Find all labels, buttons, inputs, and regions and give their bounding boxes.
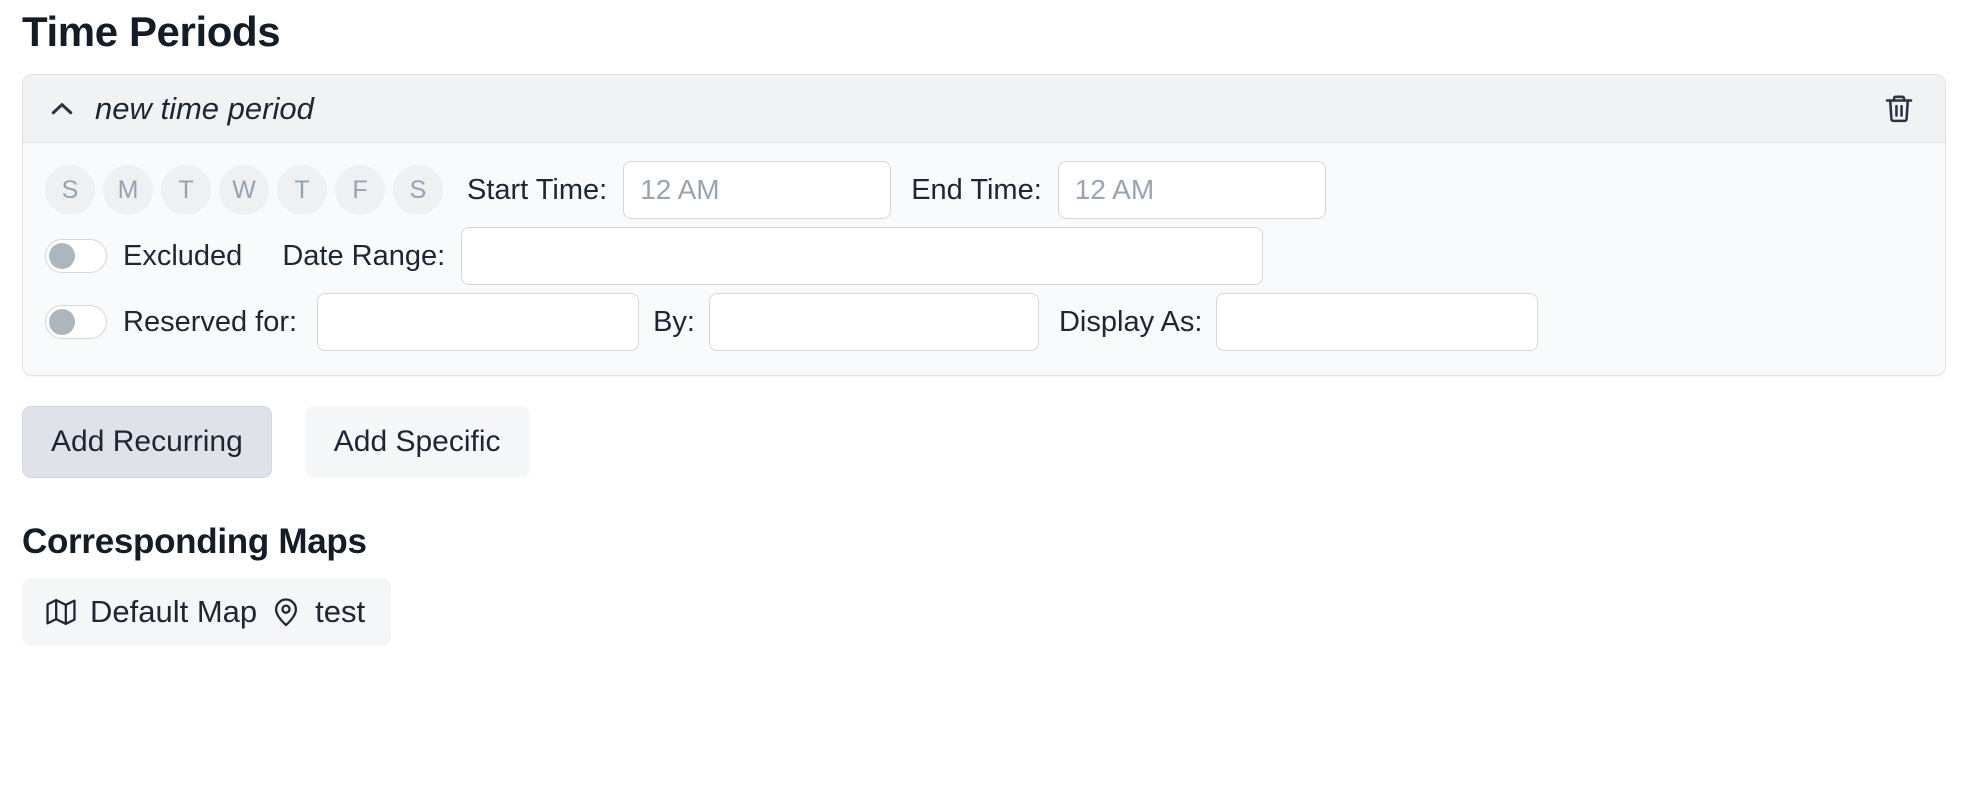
excluded-and-daterange-row: Excluded Date Range:	[45, 223, 1919, 289]
end-time-input[interactable]	[1058, 161, 1326, 219]
date-range-label: Date Range:	[282, 240, 445, 273]
day-toggle-sunday[interactable]: S	[45, 165, 95, 215]
display-as-input[interactable]	[1216, 293, 1538, 351]
start-time-label: Start Time:	[467, 174, 607, 207]
page-title: Time Periods	[22, 0, 1946, 56]
map-location-name: test	[315, 594, 365, 630]
by-label: By:	[653, 306, 695, 339]
reserved-for-toggle-knob	[49, 309, 75, 335]
add-specific-button[interactable]: Add Specific	[305, 406, 530, 478]
reservation-row: Reserved for: By: Display As:	[45, 289, 1919, 355]
excluded-toggle-knob	[49, 243, 75, 269]
reserved-for-toggle[interactable]	[45, 305, 107, 339]
reserved-for-label: Reserved for:	[123, 306, 297, 339]
reserved-for-input[interactable]	[317, 293, 639, 351]
excluded-toggle[interactable]	[45, 239, 107, 273]
map-chip-default-map[interactable]: Default Map test	[22, 578, 391, 646]
time-period-card-body: S M T W T F S Start Time: End Time:	[23, 143, 1945, 375]
trash-icon[interactable]	[1879, 89, 1919, 129]
map-name: Default Map	[90, 594, 257, 630]
map-pin-icon	[269, 595, 303, 629]
day-toggle-saturday[interactable]: S	[393, 165, 443, 215]
start-time-input[interactable]	[623, 161, 891, 219]
display-as-label: Display As:	[1059, 306, 1202, 339]
time-period-card: new time period S M T W	[22, 74, 1946, 376]
time-period-card-header: new time period	[23, 75, 1945, 143]
day-toggle-wednesday[interactable]: W	[219, 165, 269, 215]
day-toggle-monday[interactable]: M	[103, 165, 153, 215]
chevron-up-icon[interactable]	[45, 92, 79, 126]
date-range-input[interactable]	[461, 227, 1263, 285]
time-periods-page: Time Periods new time period	[0, 0, 1968, 802]
day-of-week-selector: S M T W T F S	[45, 165, 443, 215]
day-toggle-thursday[interactable]: T	[277, 165, 327, 215]
day-toggle-friday[interactable]: F	[335, 165, 385, 215]
add-recurring-button[interactable]: Add Recurring	[22, 406, 272, 478]
excluded-label: Excluded	[123, 240, 242, 273]
add-period-button-row: Add Recurring Add Specific	[22, 406, 1946, 478]
end-time-label: End Time:	[911, 174, 1042, 207]
map-icon	[44, 595, 78, 629]
corresponding-maps-title: Corresponding Maps	[22, 522, 1946, 562]
by-input[interactable]	[709, 293, 1039, 351]
days-and-times-row: S M T W T F S Start Time: End Time:	[45, 157, 1919, 223]
day-toggle-tuesday[interactable]: T	[161, 165, 211, 215]
time-period-name[interactable]: new time period	[95, 91, 1879, 127]
